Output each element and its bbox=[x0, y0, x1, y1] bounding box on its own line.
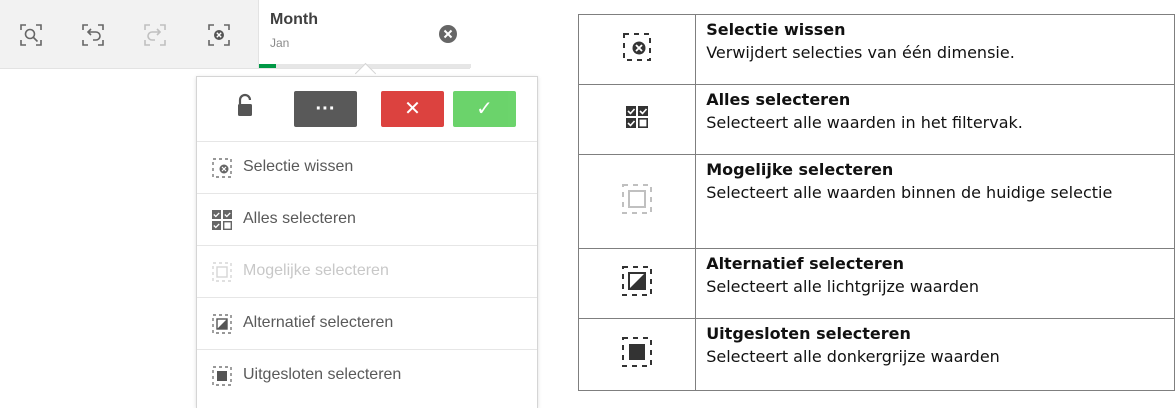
menu-item-label: Mogelijke selecteren bbox=[243, 262, 389, 279]
menu-item-select-possible: Mogelijke selecteren bbox=[197, 245, 537, 298]
select-excluded-icon bbox=[618, 333, 656, 371]
month-filter-value: Jan bbox=[270, 36, 290, 50]
unlock-icon[interactable] bbox=[235, 93, 257, 119]
table-row: Mogelijke selecteren Selecteert alle waa… bbox=[577, 154, 1175, 249]
menu-item-clear-selection[interactable]: Selectie wissen bbox=[197, 141, 537, 194]
month-filter-title: Month bbox=[270, 11, 318, 28]
option-description: Selecteert alle lichtgrijze waarden bbox=[706, 277, 979, 296]
option-title: Alternatief selecteren bbox=[706, 254, 904, 273]
month-filter-pill[interactable]: Month Jan bbox=[258, 0, 471, 68]
select-all-icon bbox=[211, 209, 233, 231]
option-description: Verwijdert selecties van één dimensie. bbox=[706, 43, 1015, 62]
menu-item-select-excluded[interactable]: Uitgesloten selecteren bbox=[197, 349, 537, 402]
more-button[interactable]: ··· bbox=[294, 91, 357, 127]
clear-selection-icon bbox=[211, 157, 233, 179]
menu-item-label: Alternatief selecteren bbox=[243, 314, 394, 331]
select-possible-icon bbox=[618, 180, 656, 218]
selections-toolbar: Month Jan bbox=[0, 0, 471, 69]
menu-item-label: Alles selecteren bbox=[243, 210, 356, 227]
menu-item-label: Selectie wissen bbox=[243, 158, 354, 175]
step-forward-icon[interactable] bbox=[142, 22, 168, 48]
option-title: Mogelijke selecteren bbox=[706, 160, 894, 179]
selection-actions: ··· ✕ ✓ bbox=[197, 77, 537, 141]
option-description: Selecteert alle donkergrijze waarden bbox=[706, 347, 1000, 366]
clear-all-selections-icon[interactable] bbox=[206, 22, 232, 48]
option-description: Selecteert alle waarden binnen de huidig… bbox=[706, 183, 1113, 202]
option-title: Uitgesloten selecteren bbox=[706, 324, 911, 343]
option-title: Alles selecteren bbox=[706, 90, 851, 109]
close-icon[interactable] bbox=[438, 24, 458, 44]
select-excluded-icon bbox=[211, 365, 233, 387]
option-title: Selectie wissen bbox=[706, 20, 846, 39]
selection-menu-popup: ··· ✕ ✓ Selectie wissen Alles selecteren… bbox=[196, 76, 538, 408]
select-possible-icon bbox=[211, 261, 233, 283]
select-alternative-icon bbox=[618, 262, 656, 300]
qlik-screenshot: Month Jan ··· ✕ ✓ Selectie wissen Alles … bbox=[0, 0, 562, 408]
table-row: Alles selecteren Selecteert alle waarden… bbox=[577, 84, 1175, 155]
cancel-selection-button[interactable]: ✕ bbox=[381, 91, 444, 127]
option-description: Selecteert alle waarden in het filtervak… bbox=[706, 113, 1023, 132]
selection-options-table: Selectie wissen Verwijdert selecties van… bbox=[577, 14, 1175, 391]
confirm-selection-button[interactable]: ✓ bbox=[453, 91, 516, 127]
clear-selection-icon bbox=[618, 28, 656, 66]
select-alternative-icon bbox=[211, 313, 233, 335]
table-row: Alternatief selecteren Selecteert alle l… bbox=[577, 248, 1175, 319]
smart-search-icon[interactable] bbox=[18, 22, 44, 48]
table-row: Selectie wissen Verwijdert selecties van… bbox=[577, 14, 1175, 85]
select-all-icon bbox=[618, 98, 656, 136]
step-back-icon[interactable] bbox=[80, 22, 106, 48]
menu-item-select-all[interactable]: Alles selecteren bbox=[197, 193, 537, 246]
table-row: Uitgesloten selecteren Selecteert alle d… bbox=[577, 318, 1175, 391]
menu-item-select-alternative[interactable]: Alternatief selecteren bbox=[197, 297, 537, 350]
menu-item-label: Uitgesloten selecteren bbox=[243, 366, 402, 383]
month-selection-bar-fill bbox=[259, 64, 276, 68]
